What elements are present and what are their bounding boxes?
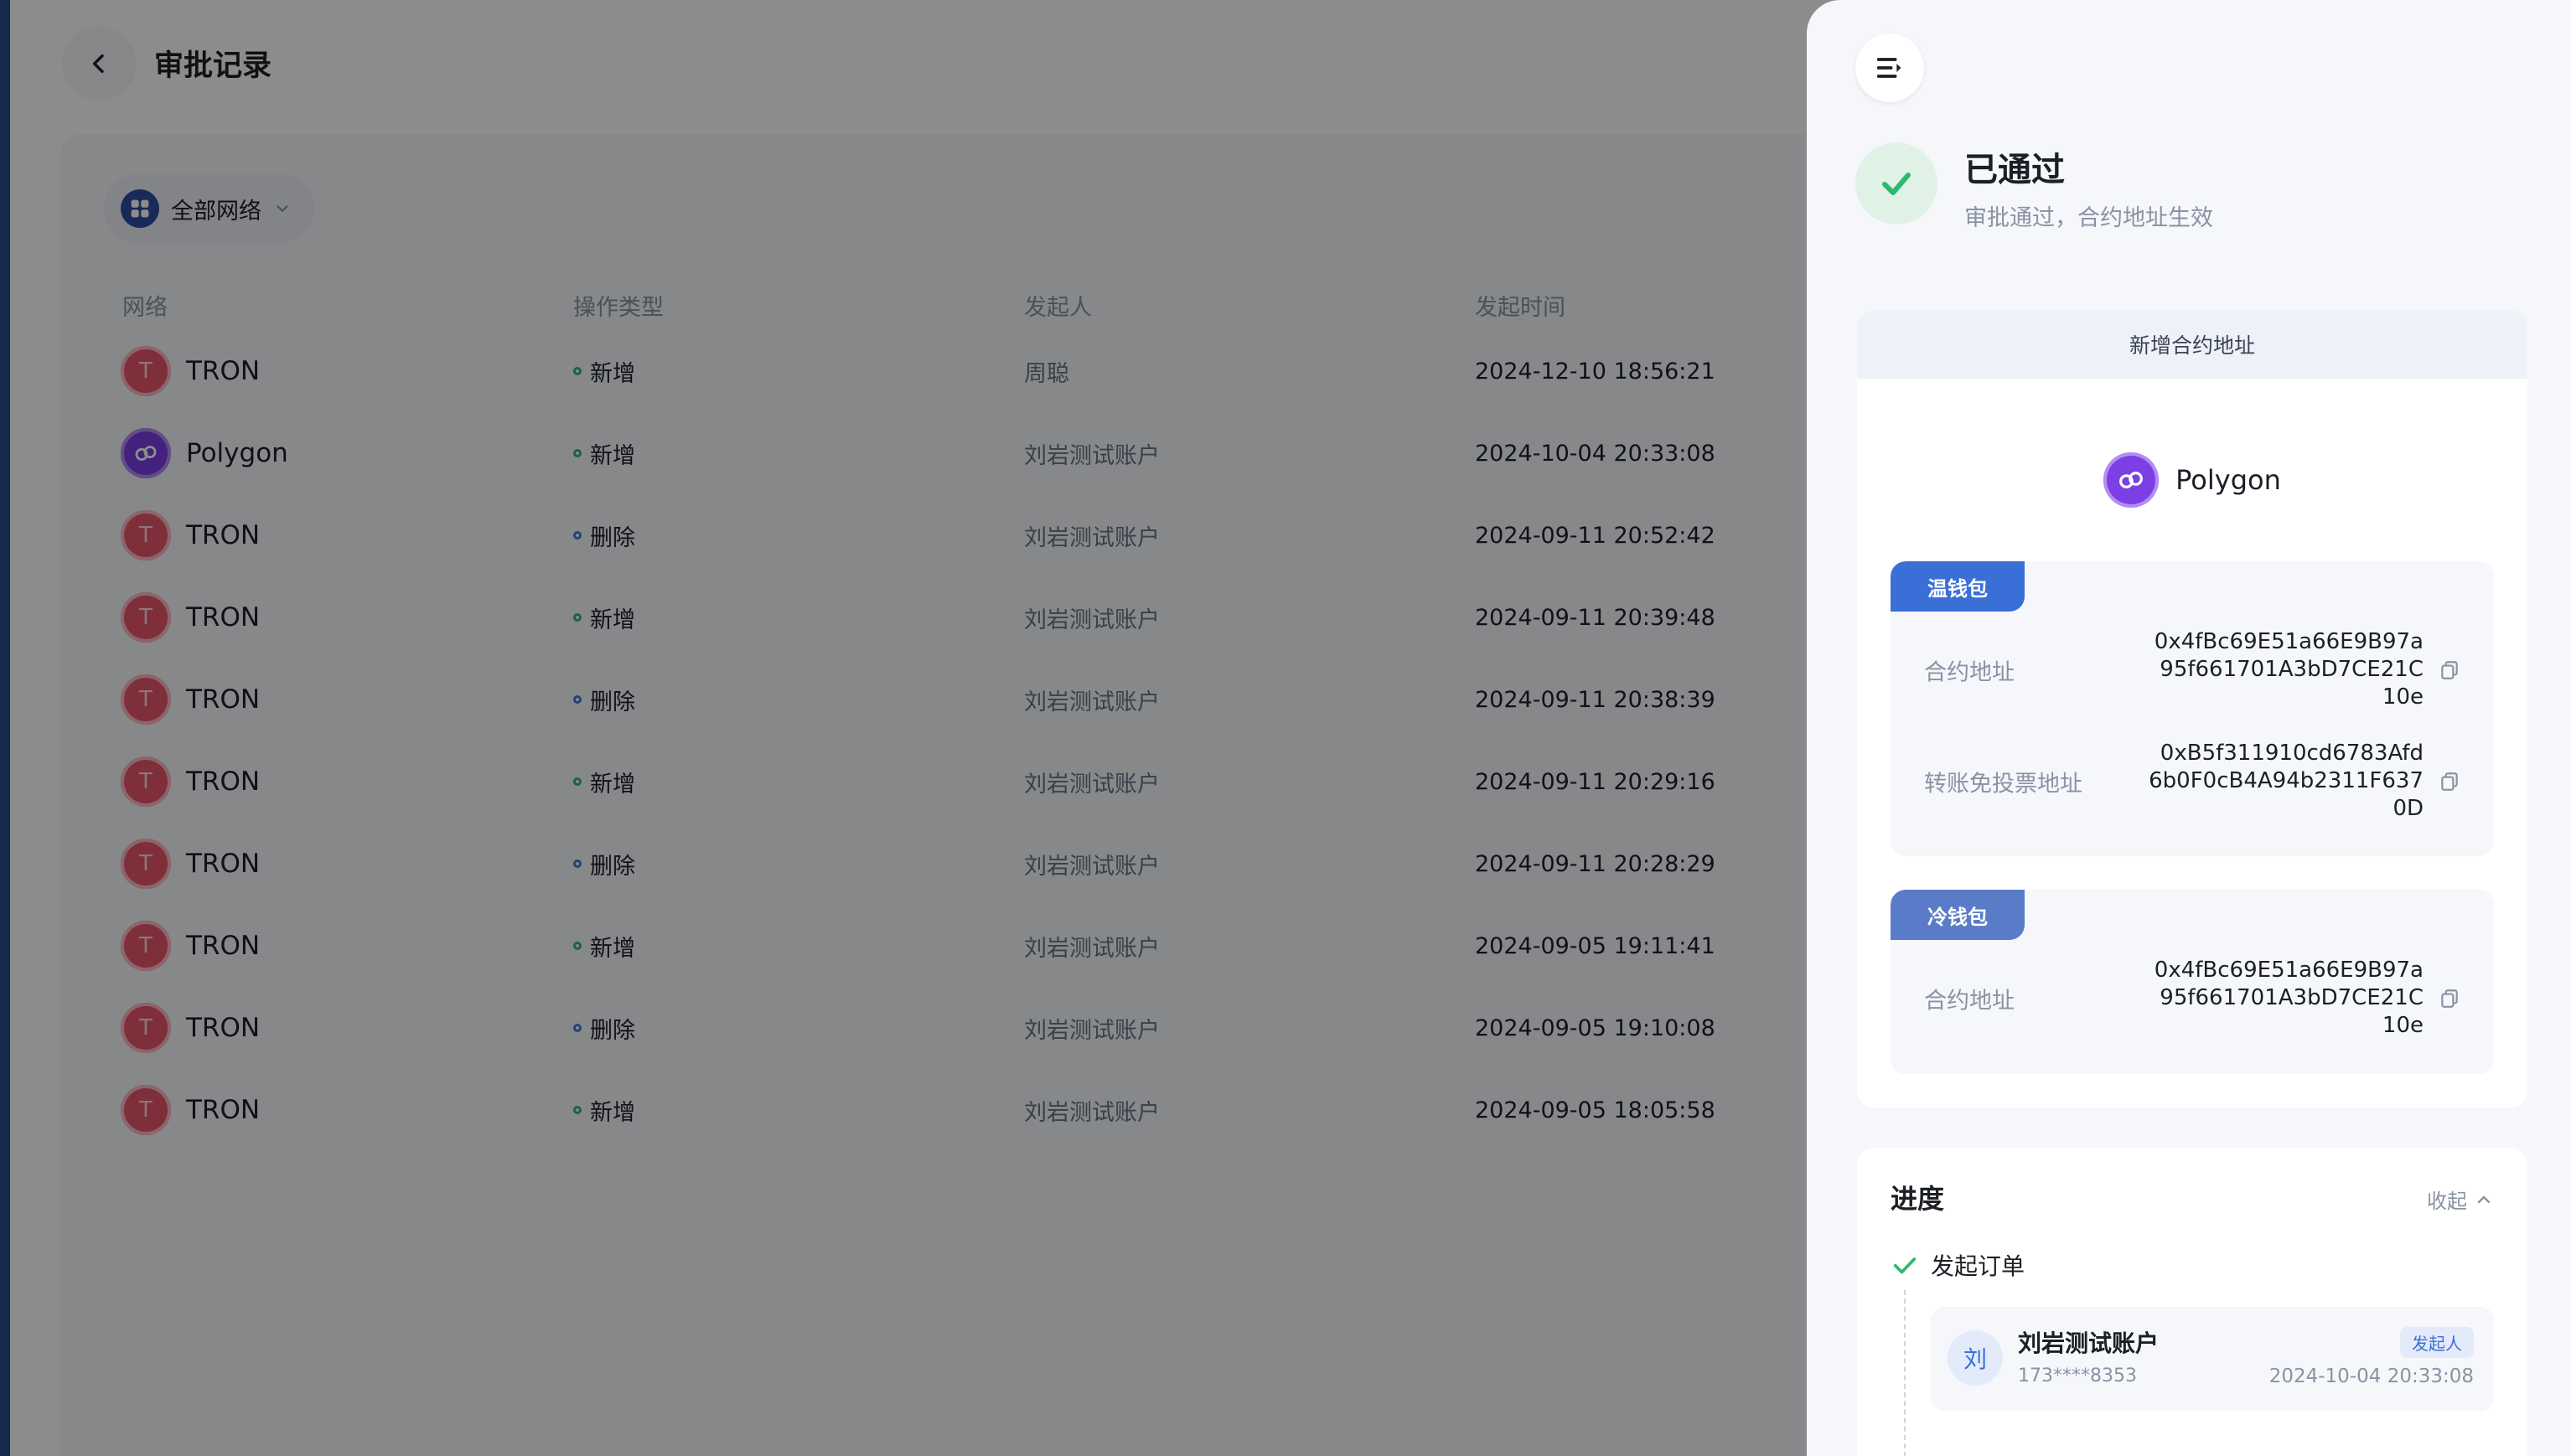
progress-step: 发起订单: [1891, 1248, 2025, 1282]
approval-detail-drawer: 已通过 审批通过，合约地址生效 新增合约地址 Polygon 温钱包 合约地址 …: [1807, 0, 2571, 1456]
progress-card: 进度 收起 发起订单 刘 刘岩测试账户 173****8353 发起人 2024…: [1857, 1148, 2527, 1456]
address-label: 合约地址: [1924, 988, 2015, 1015]
address-label: 转账免投票地址: [1924, 771, 2082, 798]
address-value: 0x4fBc69E51a66E9B97a95f661701A3bD7CE21C1…: [2154, 958, 2424, 1038]
progress-title: 进度: [1891, 1183, 1945, 1215]
approver-time: 2024-10-04 20:33:08: [2268, 1366, 2474, 1387]
hot-contract-address-row: 合约地址 0x4fBc69E51a66E9B97a95f661701A3bD7C…: [1891, 628, 2494, 712]
approver-phone: 173****8353: [2018, 1366, 2137, 1386]
polygon-icon: [2103, 452, 2160, 508]
hot-wallet-tag: 温钱包: [1891, 561, 2025, 612]
detail-card-title: 新增合约地址: [1857, 310, 2527, 379]
role-badge: 发起人: [2400, 1327, 2474, 1358]
cold-contract-address-row: 合约地址 0x4fBc69E51a66E9B97a95f661701A3bD7C…: [1891, 957, 2494, 1040]
collapse-label: 收起: [2427, 1190, 2467, 1213]
approver-name: 刘岩测试账户: [2018, 1330, 2160, 1357]
step-label: 发起订单: [1931, 1252, 2025, 1280]
menu-fold-icon: [1876, 58, 1901, 78]
detail-chain-name: Polygon: [2175, 464, 2281, 496]
cold-wallet-block: 冷钱包 合约地址 0x4fBc69E51a66E9B97a95f661701A3…: [1891, 890, 2494, 1074]
copy-icon[interactable]: [2439, 988, 2460, 1009]
detail-chain: Polygon: [1857, 452, 2527, 508]
step-connector: [1904, 1290, 1906, 1456]
copy-icon[interactable]: [2439, 659, 2460, 681]
approved-check-icon: [1855, 142, 1937, 225]
cold-wallet-tag: 冷钱包: [1891, 890, 2025, 940]
avatar: 刘: [1948, 1330, 2003, 1386]
hot-wallet-block: 温钱包 合约地址 0x4fBc69E51a66E9B97a95f661701A3…: [1891, 561, 2494, 856]
address-value: 0x4fBc69E51a66E9B97a95f661701A3bD7CE21C1…: [2154, 629, 2424, 710]
check-icon: [1893, 1257, 1917, 1274]
collapse-drawer-button[interactable]: [1855, 34, 1924, 102]
chevron-up-icon: [2477, 1195, 2491, 1203]
address-label: 合约地址: [1924, 659, 2015, 686]
approver-card: 刘 刘岩测试账户 173****8353 发起人 2024-10-04 20:3…: [1931, 1307, 2494, 1411]
contract-detail-card: 新增合约地址 Polygon 温钱包 合约地址 0x4fBc69E51a66E9…: [1857, 310, 2527, 1107]
status-description: 审批通过，合约地址生效: [1964, 205, 2213, 231]
transfer-address-row: 转账免投票地址 0xB5f311910cd6783Afd6b0F0cB4A94b…: [1891, 740, 2494, 824]
collapse-progress-button[interactable]: 收起: [2427, 1185, 2494, 1214]
status-title: 已通过: [1964, 151, 2065, 189]
copy-icon[interactable]: [2439, 771, 2460, 793]
address-value: 0xB5f311910cd6783Afd6b0F0cB4A94b2311F637…: [2149, 741, 2424, 821]
